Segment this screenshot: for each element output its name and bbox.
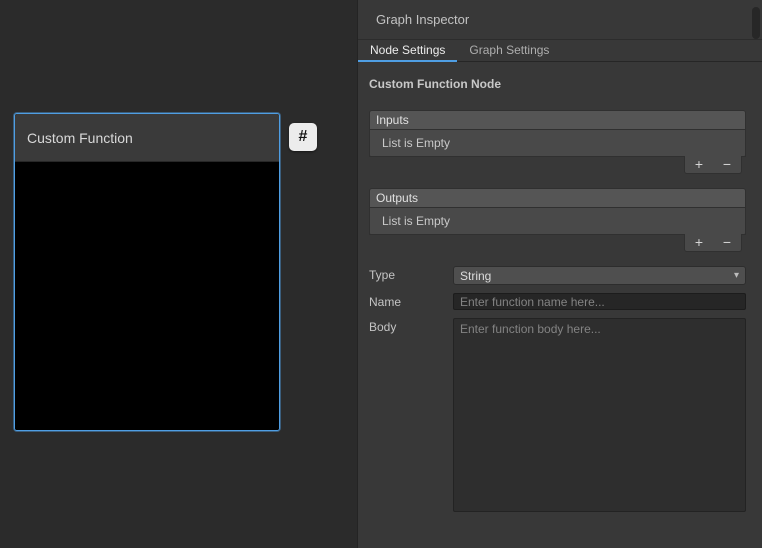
node-header[interactable]: Custom Function — [15, 114, 279, 162]
body-field-row: Body — [369, 318, 746, 512]
hash-icon: # — [299, 128, 308, 146]
section-title: Custom Function Node — [369, 77, 746, 91]
node-title: Custom Function — [27, 130, 133, 146]
node-preview — [15, 163, 279, 430]
outputs-footer: + − — [369, 235, 746, 253]
type-dropdown[interactable]: String ▾ — [453, 266, 746, 285]
type-dropdown-value: String — [460, 269, 491, 283]
outputs-footer-tab: + − — [684, 234, 742, 252]
function-body-textarea[interactable] — [453, 318, 746, 512]
inspector-content: Custom Function Node Inputs List is Empt… — [358, 77, 762, 512]
node-hash-badge[interactable]: # — [289, 123, 317, 151]
name-field-row: Name — [369, 293, 746, 310]
function-name-input[interactable] — [453, 293, 746, 310]
inputs-header: Inputs — [370, 111, 745, 130]
outputs-header: Outputs — [370, 189, 745, 208]
field-group: Type String ▾ Name Body — [369, 266, 746, 512]
type-label: Type — [369, 266, 453, 282]
outputs-empty-row: List is Empty — [370, 208, 745, 234]
custom-function-node[interactable]: Custom Function — [14, 113, 280, 431]
scrollbar[interactable] — [752, 1, 761, 547]
inputs-empty-row: List is Empty — [370, 130, 745, 156]
chevron-down-icon: ▾ — [734, 271, 739, 281]
inputs-add-button[interactable]: + — [692, 157, 706, 172]
tab-graph-settings[interactable]: Graph Settings — [457, 40, 561, 61]
outputs-list: Outputs List is Empty + − — [369, 188, 746, 253]
inputs-footer: + − — [369, 157, 746, 175]
scrollbar-thumb[interactable] — [752, 7, 760, 39]
inputs-remove-button[interactable]: − — [720, 157, 734, 172]
inputs-list: Inputs List is Empty + − — [369, 110, 746, 175]
type-field-row: Type String ▾ — [369, 266, 746, 285]
outputs-list-box: Outputs List is Empty — [369, 188, 746, 235]
outputs-add-button[interactable]: + — [692, 235, 706, 250]
tab-bar: Node Settings Graph Settings — [358, 40, 762, 62]
inputs-footer-tab: + − — [684, 156, 742, 174]
panel-title: Graph Inspector — [358, 0, 762, 40]
name-label: Name — [369, 293, 453, 309]
tab-node-settings[interactable]: Node Settings — [358, 40, 457, 61]
body-label: Body — [369, 318, 453, 334]
outputs-remove-button[interactable]: − — [720, 235, 734, 250]
graph-inspector-panel: Graph Inspector Node Settings Graph Sett… — [357, 0, 762, 548]
inputs-list-box: Inputs List is Empty — [369, 110, 746, 157]
graph-canvas[interactable]: Custom Function # — [0, 0, 405, 548]
